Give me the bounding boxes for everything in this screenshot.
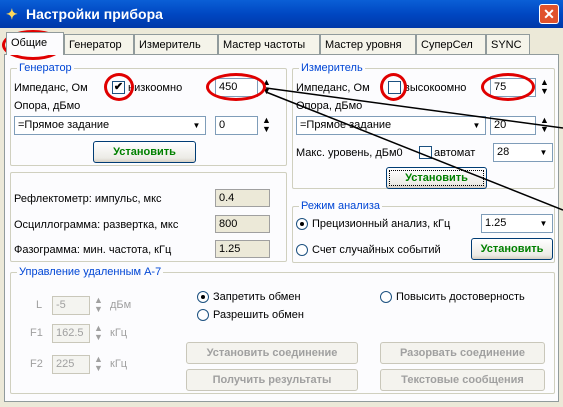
tab-general[interactable]: Общие: [6, 32, 64, 55]
annotation-lines: [265, 87, 563, 211]
annotation-line: [265, 91, 563, 211]
annotation-line: [265, 87, 563, 129]
